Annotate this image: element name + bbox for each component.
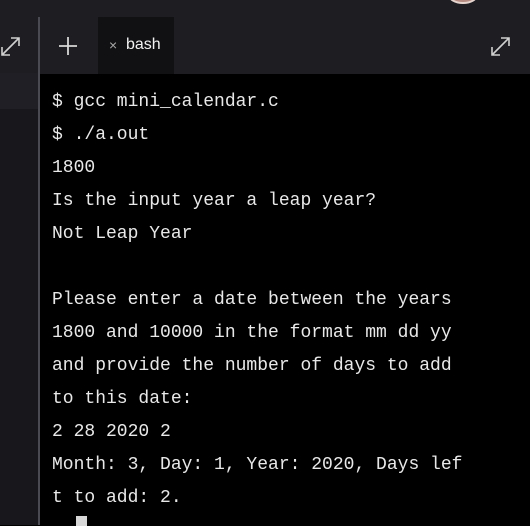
- expand-icon[interactable]: [0, 35, 22, 57]
- terminal-line: to this date:: [52, 389, 193, 409]
- terminal-line: 1800: [52, 158, 96, 178]
- terminal-line: Is the input year a leap year?: [52, 191, 377, 211]
- left-pane-toolbar: [0, 73, 38, 109]
- terminal-line: 2 28 2020 2: [52, 422, 171, 442]
- left-pane: [0, 17, 38, 525]
- terminal-line: 1800 and 10000 in the format mm dd yy: [52, 323, 452, 343]
- close-icon[interactable]: ×: [109, 36, 117, 54]
- terminal-line: t to add: 2.: [52, 488, 182, 508]
- left-pane-tab-bar: [0, 17, 38, 73]
- tab-label: bash: [126, 36, 161, 53]
- tab-bash[interactable]: × bash: [98, 17, 174, 74]
- plus-icon[interactable]: [57, 35, 79, 57]
- expand-icon[interactable]: [490, 35, 512, 57]
- terminal-line: Month: 3, Day: 1, Year: 2020, Days lef: [52, 455, 463, 475]
- window-top-bar: [0, 0, 530, 17]
- terminal-line: Not Leap Year: [52, 224, 193, 244]
- terminal-line: Please enter a date between the years: [52, 290, 452, 310]
- terminal-tab-bar: × bash: [40, 17, 530, 74]
- avatar[interactable]: [448, 0, 478, 4]
- terminal-line: $ ./a.out: [52, 125, 150, 145]
- terminal-output[interactable]: $ gcc mini_calendar.c $ ./a.out 1800 Is …: [40, 74, 530, 526]
- terminal-line: and provide the number of days to add: [52, 356, 452, 376]
- terminal-line: $ gcc mini_calendar.c: [52, 92, 279, 112]
